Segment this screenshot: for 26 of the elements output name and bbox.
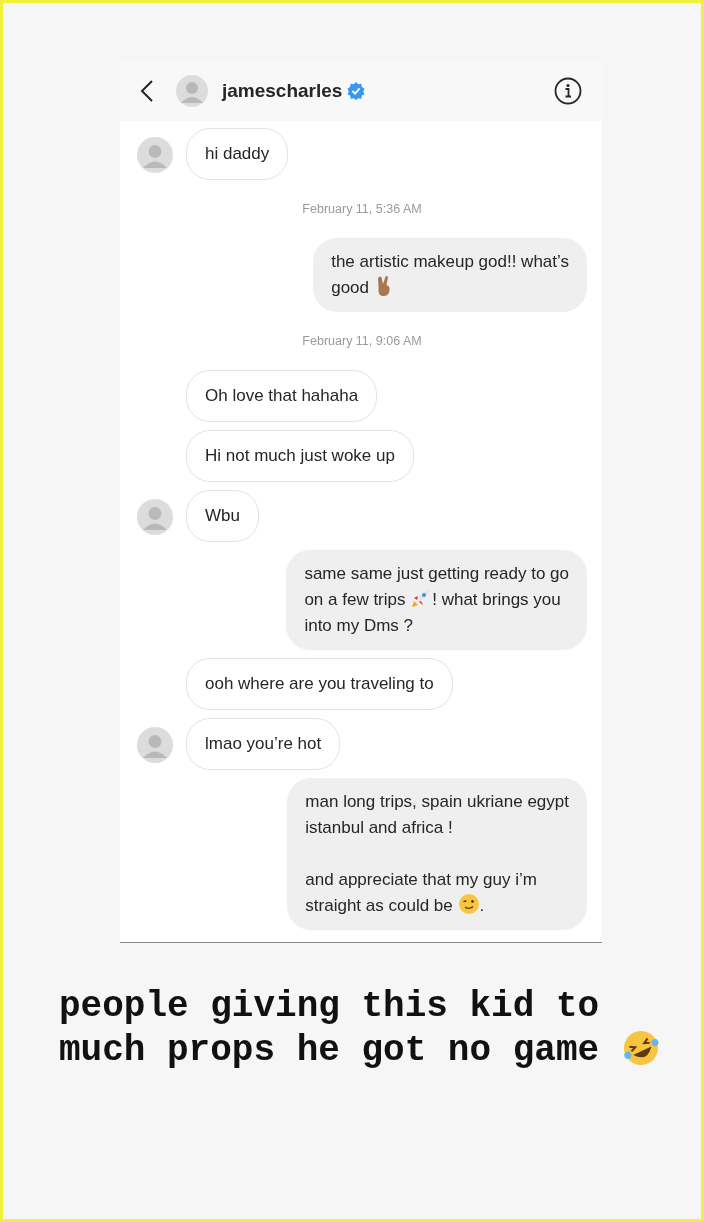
message-text: ! what brings you [432,590,561,609]
rocket-icon [410,587,433,609]
message-text: the artistic makeup god!! what’s [331,252,569,271]
avatar-icon [176,75,208,107]
message-text: into my Dms ? [304,616,414,635]
message-text: and appreciate that my guy i’m [305,870,537,889]
message-text: istanbul and africa ! [305,818,453,837]
message-text: Wbu [205,506,240,525]
message-text: Hi not much just woke up [205,446,395,465]
message-text: Oh love that hahaha [205,386,359,405]
info-icon[interactable] [554,77,582,105]
username[interactable]: jamescharles [222,80,343,102]
caption-text: people giving this kid to much props he got no game [59,986,601,1071]
winking-face-icon [457,893,480,915]
timestamp: February 11, 5:36 AM [301,201,423,218]
message-text: same same just getting ready to go [304,564,569,583]
timestamp: February 11, 9:06 AM [301,333,423,350]
message-text: good [331,278,370,297]
message-text: on a few trips [304,590,407,609]
message-text: lmao you’re hot [205,734,322,753]
message-text: man long trips, spain ukriane egypt [305,792,569,811]
back-icon[interactable] [140,79,154,103]
message-text: ooh where are you traveling to [205,674,434,693]
message-text: . [479,896,485,915]
message-text: hi daddy [205,144,270,163]
message-text: straight as could be [305,896,454,915]
